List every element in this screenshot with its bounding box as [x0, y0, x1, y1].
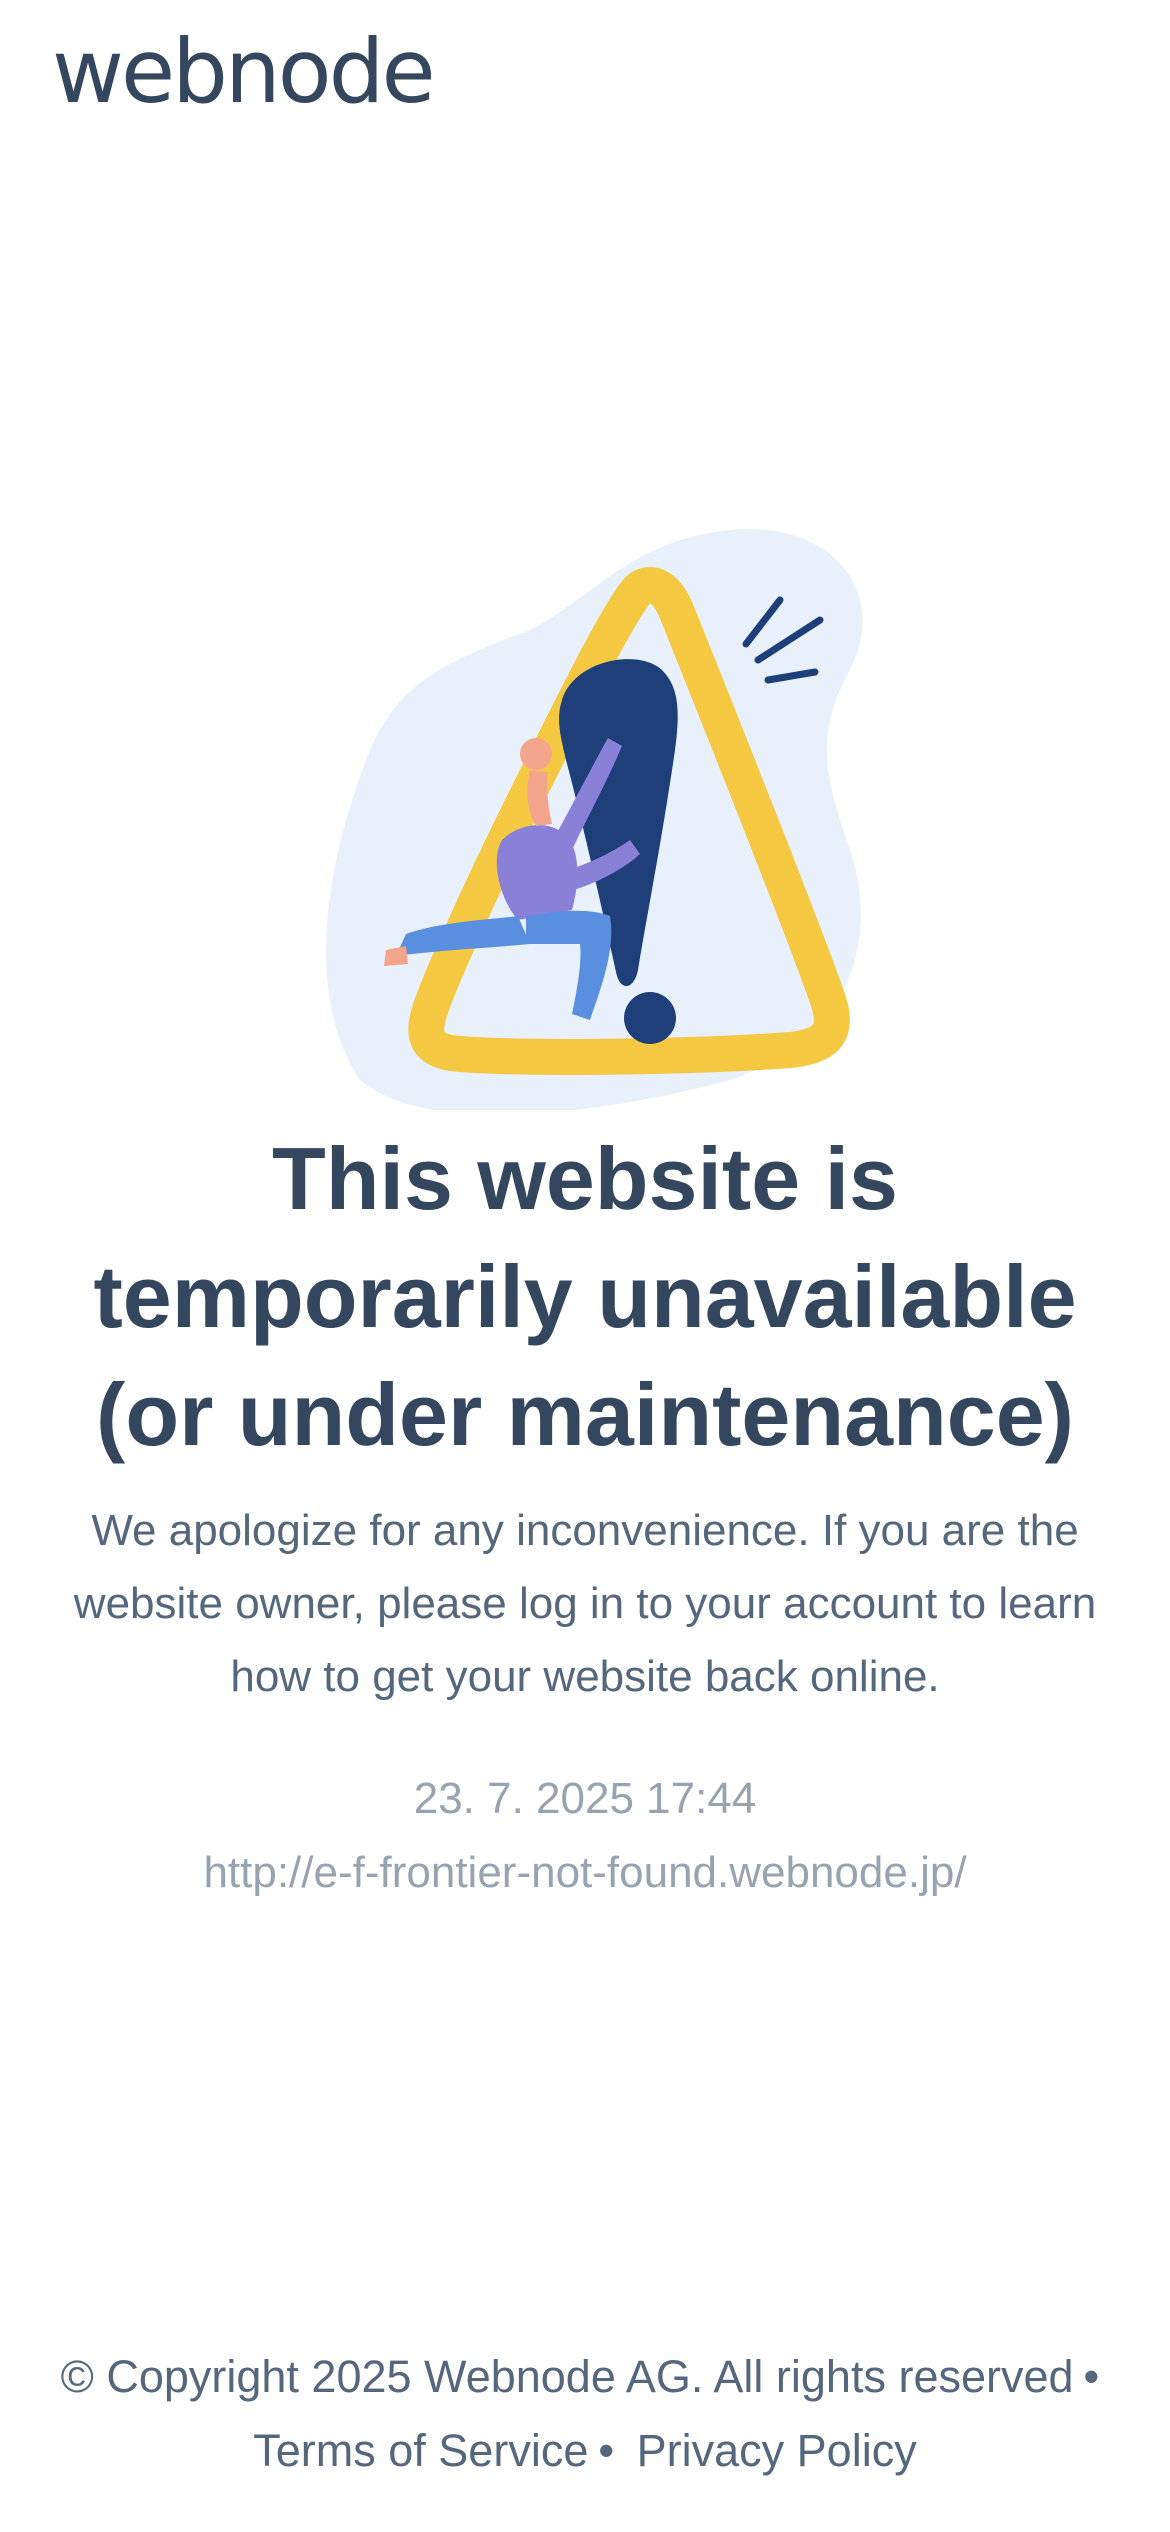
page-title: This website is temporarily unavailable …	[93, 1129, 1077, 1464]
webnode-logo[interactable]: webnode	[52, 28, 436, 116]
apology-message: We apologize for any inconvenience. If y…	[73, 1506, 1097, 1701]
footer-separator: •	[598, 2425, 615, 2476]
privacy-policy-link[interactable]: Privacy Policy	[637, 2425, 917, 2476]
footer: © Copyright 2025 Webnode AG. All rights …	[60, 2340, 1110, 2488]
terms-of-service-link[interactable]: Terms of Service	[253, 2425, 588, 2476]
timestamp: 23. 7. 2025 17:44	[413, 1774, 757, 1823]
copyright-text: © Copyright 2025 Webnode AG. All rights …	[60, 2351, 1074, 2402]
exclamation-dot	[624, 992, 676, 1044]
footer-separator: •	[1083, 2351, 1100, 2402]
site-url: http://e-f-frontier-not-found.webnode.jp…	[203, 1848, 967, 1897]
warning-triangle-illustration	[326, 529, 863, 1110]
